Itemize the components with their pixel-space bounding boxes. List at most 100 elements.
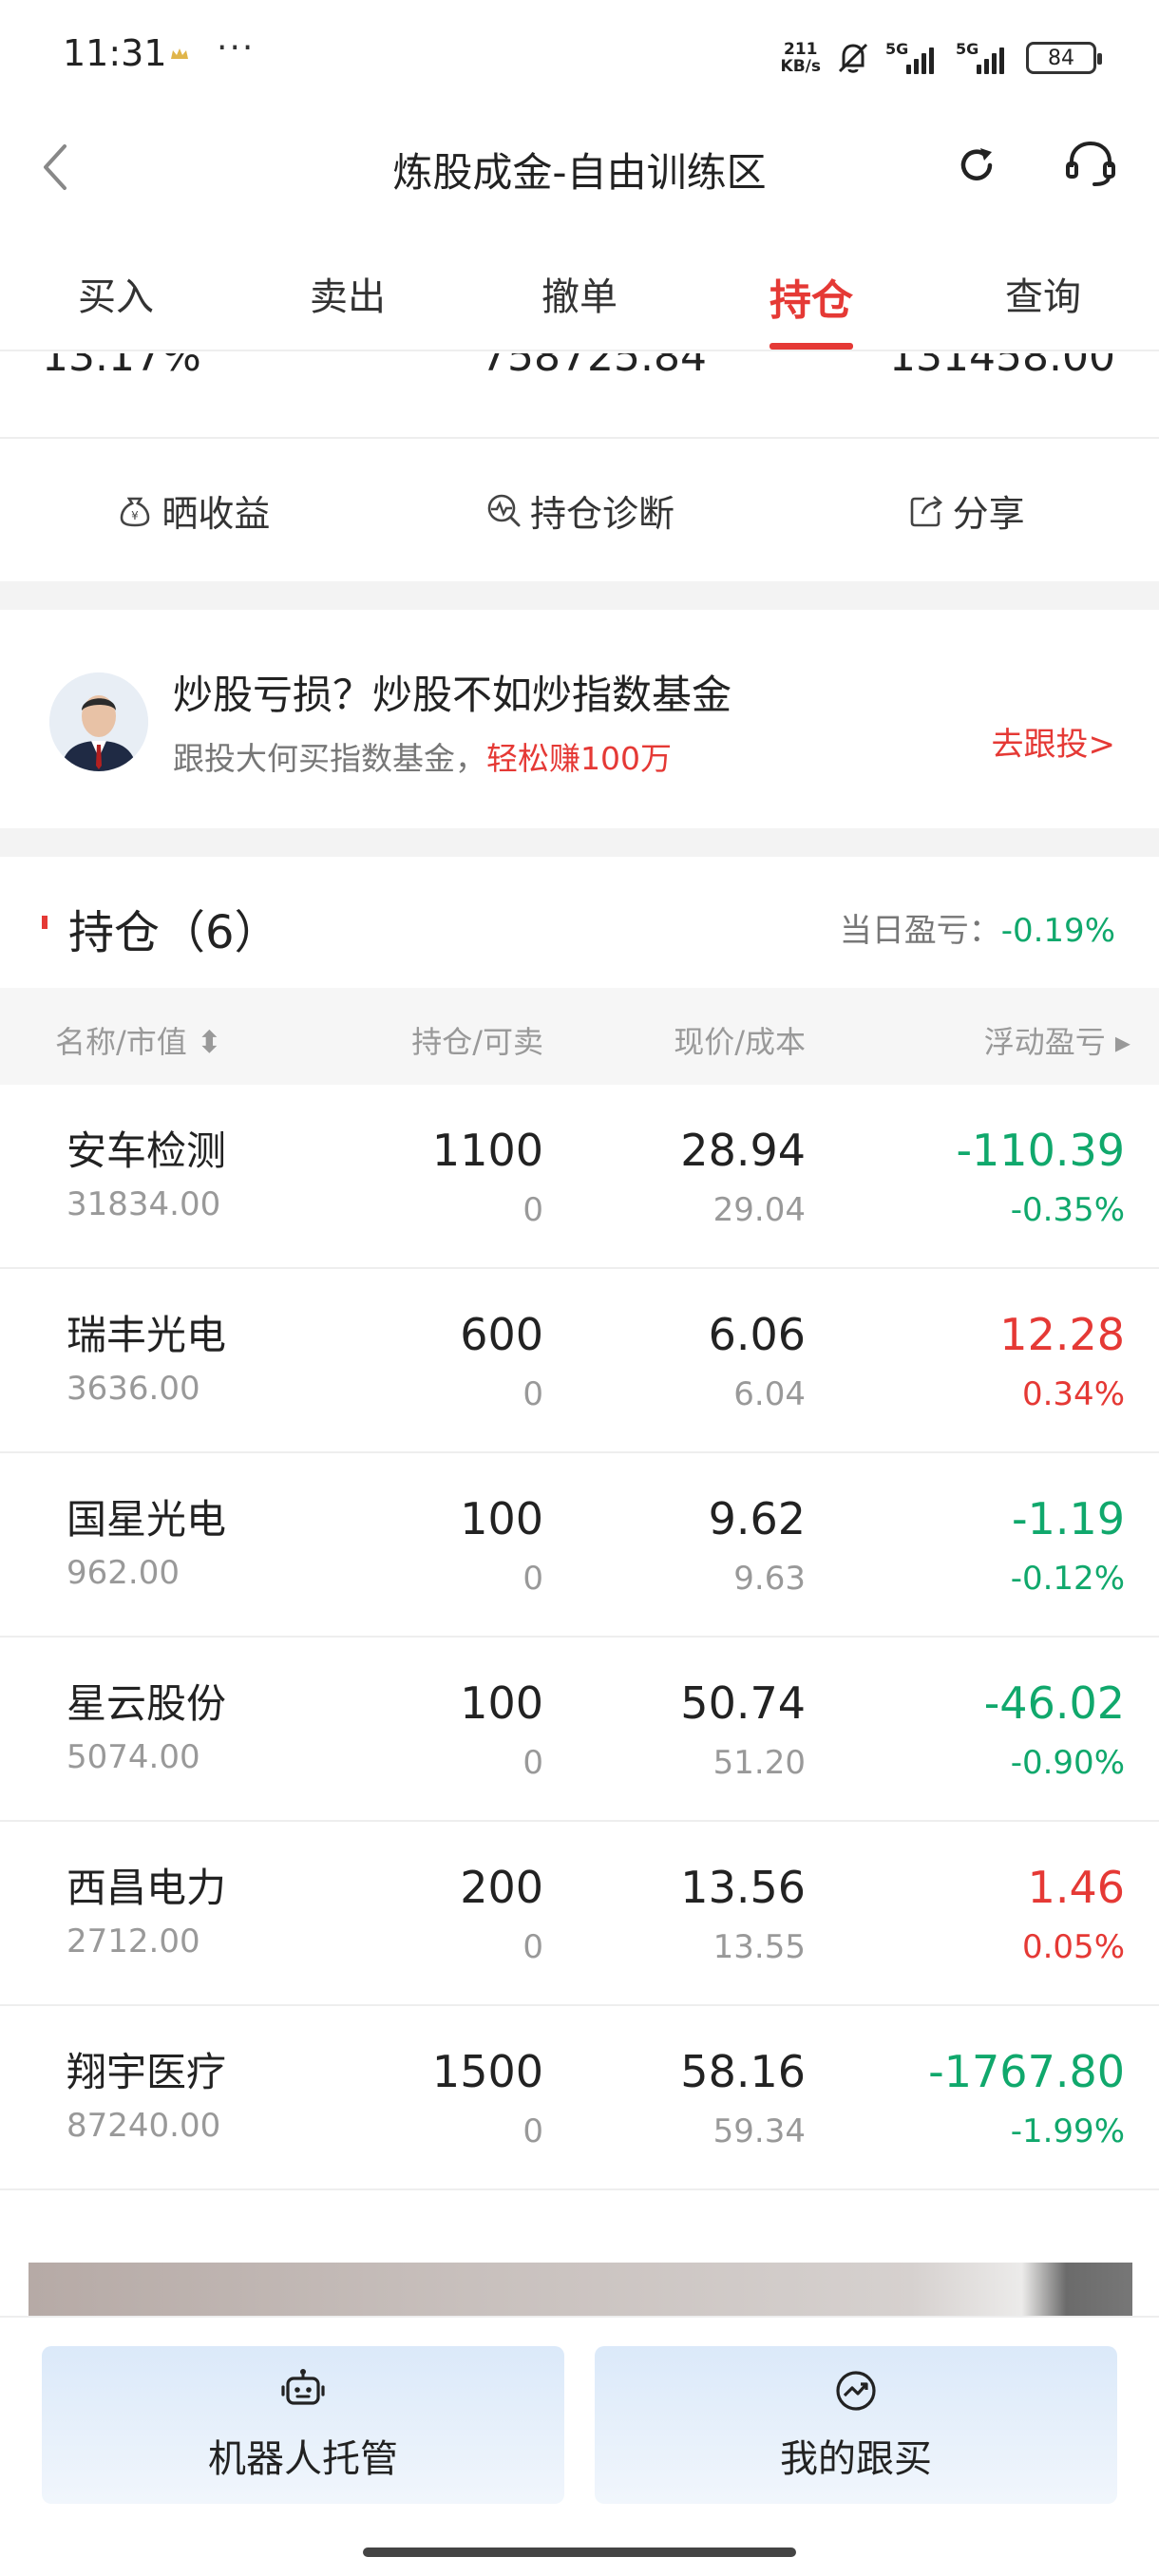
- status-bar: 11:31 ··· 211 KB/s 5G 5G 84: [0, 0, 1159, 114]
- floating-pl: -1.19: [1011, 1493, 1125, 1544]
- position-qty: 200: [460, 1862, 543, 1913]
- floating-pl: 12.28: [999, 1309, 1125, 1360]
- holdings-actions: ¥ 晒收益 持仓诊断 分享: [0, 439, 1159, 581]
- floating-pl-pct: -0.12%: [1010, 1560, 1125, 1598]
- stock-name: 西昌电力: [66, 1865, 227, 1911]
- tab-cancel[interactable]: 撤单: [464, 256, 695, 350]
- floating-pl: -110.39: [956, 1125, 1125, 1176]
- daily-profit-loss: 当日盈亏：-0.19%: [839, 912, 1115, 950]
- table-row[interactable]: 翔宇医疗 87240.00 1500 0 58.16 59.34 -1767.8…: [0, 2006, 1159, 2190]
- col-name-sort[interactable]: 名称/市值 ⬍: [55, 1018, 222, 1062]
- holdings-table: 安车检测 31834.00 1100 0 28.94 29.04 -110.39…: [0, 1085, 1159, 2190]
- stock-name: 星云股份: [66, 1680, 227, 1727]
- promo-follow-link[interactable]: 去跟投>: [992, 718, 1116, 765]
- col-price: 现价/成本: [674, 1024, 806, 1060]
- robot-custody-button[interactable]: 机器人托管: [42, 2346, 564, 2504]
- current-price: 13.56: [680, 1862, 806, 1913]
- table-row[interactable]: 西昌电力 2712.00 200 0 13.56 13.55 1.46 0.05…: [0, 1822, 1159, 2006]
- table-row[interactable]: 瑞丰光电 3636.00 600 0 6.06 6.04 12.28 0.34%: [0, 1269, 1159, 1453]
- floating-pl-pct: 0.05%: [1021, 1928, 1125, 1966]
- current-price: 28.94: [680, 1125, 806, 1176]
- market-value: 87240.00: [66, 2107, 221, 2145]
- promo-avatar: [49, 672, 148, 771]
- robot-icon: [281, 2369, 325, 2405]
- tab-query[interactable]: 查询: [927, 256, 1159, 350]
- current-price: 50.74: [680, 1677, 806, 1729]
- status-more-icon: ···: [217, 28, 256, 67]
- home-indicator[interactable]: [363, 2548, 796, 2557]
- available-qty: 0: [522, 2112, 543, 2150]
- current-price: 6.06: [708, 1309, 806, 1360]
- person-portrait-icon: [49, 672, 148, 771]
- refresh-icon[interactable]: [954, 142, 999, 188]
- current-price: 9.62: [708, 1493, 806, 1544]
- share-icon: [910, 496, 942, 527]
- market-value: 962.00: [66, 1554, 180, 1592]
- floating-pl-pct: 0.34%: [1021, 1375, 1125, 1413]
- position-qty: 1100: [431, 1125, 543, 1176]
- share-earnings-button[interactable]: ¥ 晒收益: [0, 439, 387, 581]
- summary-total-assets: 758725.84: [481, 353, 707, 381]
- summary-profit: 131458.00: [889, 353, 1115, 381]
- promo-banner[interactable]: 炒股亏损？炒股不如炒指数基金 跟投大何买指数基金，轻松赚100万 去跟投>: [0, 610, 1159, 828]
- account-summary-row: 13.17% 758725.84 131458.00: [0, 353, 1159, 439]
- market-value: 2712.00: [66, 1923, 200, 1960]
- tab-holdings[interactable]: 持仓: [695, 256, 927, 350]
- stock-name: 瑞丰光电: [66, 1312, 227, 1358]
- trend-circle-icon: [836, 2371, 876, 2411]
- holdings-title: 持仓（6）: [68, 906, 280, 959]
- ad-image-strip[interactable]: [28, 2263, 1132, 2316]
- stock-name: 国星光电: [66, 1496, 227, 1543]
- summary-return-pct: 13.17%: [42, 353, 201, 381]
- market-value: 5074.00: [66, 1738, 200, 1776]
- market-value: 3636.00: [66, 1370, 200, 1408]
- promo-title: 炒股亏损？炒股不如炒指数基金: [173, 672, 732, 718]
- my-follow-button[interactable]: 我的跟买: [595, 2346, 1117, 2504]
- available-qty: 0: [522, 1375, 543, 1413]
- position-qty: 1500: [431, 2046, 543, 2097]
- section-divider: [0, 581, 1159, 610]
- status-indicators: 211 KB/s 5G 5G 84: [780, 34, 1102, 82]
- trade-tabs: 买入 卖出 撤单 持仓 查询: [0, 256, 1159, 351]
- signal-5g-1-icon: 5G: [885, 40, 942, 74]
- available-qty: 0: [522, 1928, 543, 1966]
- available-qty: 0: [522, 1744, 543, 1782]
- svg-text:¥: ¥: [132, 509, 140, 522]
- table-row[interactable]: 国星光电 962.00 100 0 9.62 9.63 -1.19 -0.12%: [0, 1453, 1159, 1638]
- cost-price: 9.63: [733, 1560, 806, 1598]
- headset-icon[interactable]: [1062, 135, 1119, 192]
- floating-pl: 1.46: [1027, 1862, 1125, 1913]
- notification-crown-icon: [171, 48, 188, 59]
- battery-icon: 84: [1026, 42, 1102, 74]
- table-row[interactable]: 安车检测 31834.00 1100 0 28.94 29.04 -110.39…: [0, 1085, 1159, 1269]
- position-qty: 100: [460, 1493, 543, 1544]
- cost-price: 13.55: [712, 1928, 806, 1966]
- floating-pl: -46.02: [983, 1677, 1125, 1729]
- signal-5g-2-icon: 5G: [956, 40, 1013, 74]
- table-row[interactable]: 星云股份 5074.00 100 0 50.74 51.20 -46.02 -0…: [0, 1638, 1159, 1822]
- floating-pl: -1767.80: [928, 2046, 1125, 2097]
- floating-pl-pct: -0.35%: [1010, 1191, 1125, 1229]
- holdings-diagnosis-button[interactable]: 持仓诊断: [387, 439, 773, 581]
- robot-custody-label: 机器人托管: [208, 2437, 398, 2481]
- holdings-column-header: 名称/市值 ⬍ 持仓/可卖 现价/成本 浮动盈亏 ▸: [0, 988, 1159, 1085]
- tab-buy[interactable]: 买入: [0, 256, 232, 350]
- available-qty: 0: [522, 1191, 543, 1229]
- col-qty: 持仓/可卖: [411, 1024, 543, 1060]
- diagnosis-icon: [487, 494, 521, 527]
- tab-sell[interactable]: 卖出: [232, 256, 464, 350]
- position-qty: 100: [460, 1677, 543, 1729]
- status-time: 11:31: [63, 32, 167, 74]
- current-price: 58.16: [680, 2046, 806, 2097]
- col-pl-toggle[interactable]: 浮动盈亏 ▸: [984, 1018, 1130, 1062]
- net-speed: 211 KB/s: [780, 40, 821, 76]
- cost-price: 51.20: [712, 1744, 806, 1782]
- section-marker: [42, 916, 48, 929]
- available-qty: 0: [522, 1560, 543, 1598]
- mute-bell-icon: [838, 43, 868, 73]
- floating-pl-pct: -1.99%: [1010, 2112, 1125, 2150]
- share-button[interactable]: 分享: [772, 439, 1159, 581]
- stock-name: 翔宇医疗: [66, 2049, 227, 2095]
- my-follow-label: 我的跟买: [780, 2437, 932, 2481]
- floating-pl-pct: -0.90%: [1010, 1744, 1125, 1782]
